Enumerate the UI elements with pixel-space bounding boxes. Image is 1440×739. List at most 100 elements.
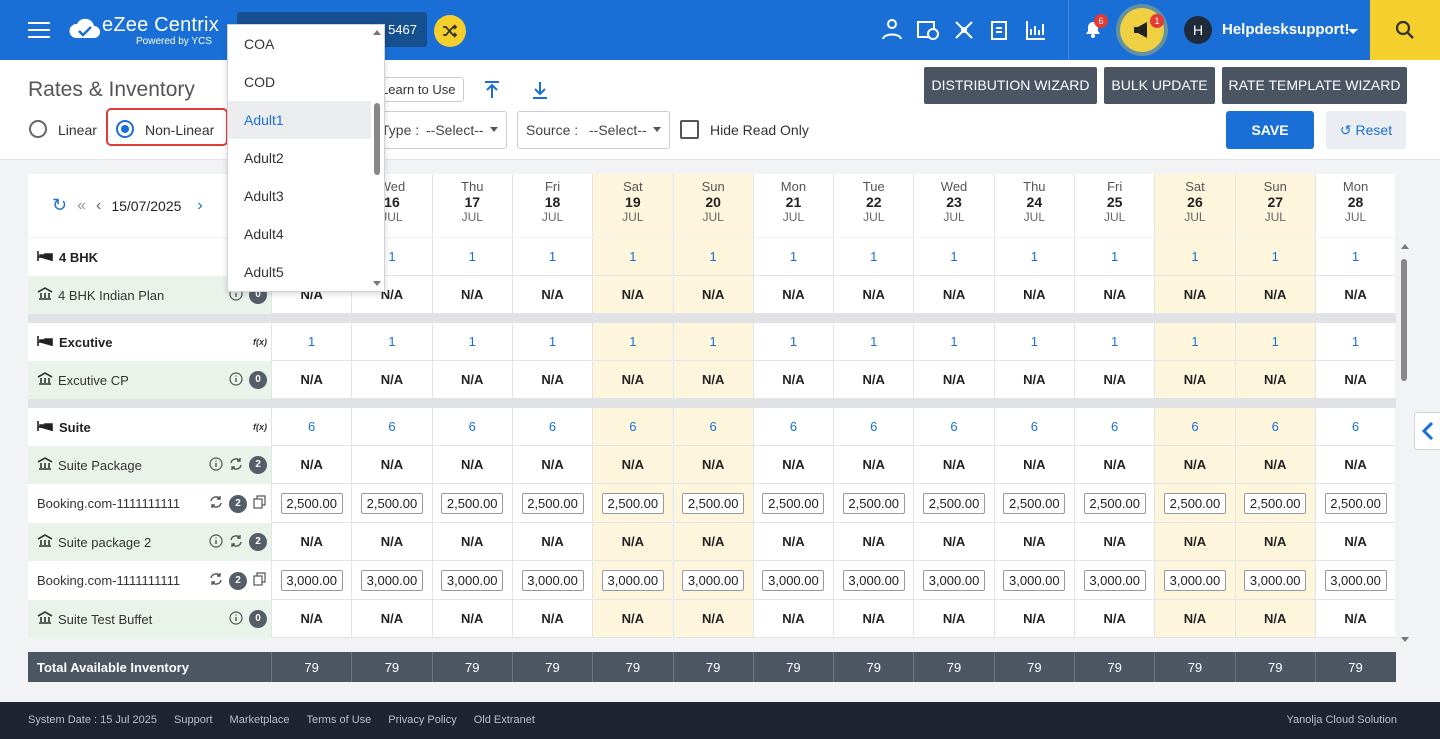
footer-link[interactable]: Old Extranet: [474, 714, 535, 726]
inventory-cell[interactable]: 1: [833, 238, 914, 276]
inventory-cell[interactable]: 1: [672, 323, 753, 361]
scroll-down-icon[interactable]: [1398, 635, 1412, 645]
grid-scrollbar[interactable]: [1398, 237, 1412, 645]
inventory-cell[interactable]: 1: [1314, 238, 1396, 276]
row-name[interactable]: 4 BHK Indian Plan: [58, 288, 164, 303]
inventory-cell[interactable]: 1: [1234, 238, 1315, 276]
inventory-cell[interactable]: 6: [592, 408, 673, 446]
chevron-down-icon[interactable]: [1348, 29, 1358, 34]
inventory-cell[interactable]: 6: [1074, 408, 1155, 446]
rate-input-cell[interactable]: 2,500.00: [833, 484, 914, 523]
bulk-update-button[interactable]: BULK UPDATE: [1104, 67, 1215, 104]
inventory-cell[interactable]: 1: [1074, 238, 1155, 276]
search-button[interactable]: [1370, 0, 1440, 60]
inventory-cell[interactable]: 6: [511, 408, 593, 446]
count-badge[interactable]: 0: [249, 371, 267, 389]
dropdown-option[interactable]: Adult2: [228, 139, 384, 177]
scroll-down-icon[interactable]: [370, 279, 384, 289]
type-select[interactable]: Type : --Select--: [372, 111, 507, 149]
rate-input-cell[interactable]: 3,000.00: [431, 561, 512, 600]
rate-input[interactable]: 3,000.00: [521, 569, 584, 591]
dropdown-option[interactable]: Adult3: [228, 177, 384, 215]
rate-input-cell[interactable]: 3,000.00: [1074, 561, 1155, 600]
forward-icon[interactable]: ›: [197, 197, 202, 215]
calendar-clock-icon[interactable]: [914, 16, 942, 44]
dropdown-option[interactable]: Adult4: [228, 215, 384, 253]
inventory-cell[interactable]: 1: [511, 323, 593, 361]
inventory-cell[interactable]: 1: [592, 323, 673, 361]
row-name[interactable]: Excutive CP: [58, 373, 129, 388]
rate-input-cell[interactable]: 3,000.00: [271, 561, 352, 600]
row-name[interactable]: Suite Test Buffet: [58, 612, 152, 627]
linear-radio[interactable]: [29, 120, 47, 138]
rate-input[interactable]: 3,000.00: [1083, 569, 1146, 591]
rate-input[interactable]: 2,500.00: [601, 492, 664, 514]
inventory-cell[interactable]: 1: [752, 323, 834, 361]
inventory-cell[interactable]: 6: [1154, 408, 1235, 446]
rate-input[interactable]: 2,500.00: [280, 492, 343, 514]
refresh-icon[interactable]: ↻: [52, 195, 67, 216]
scroll-up-icon[interactable]: [1398, 241, 1412, 251]
dropdown-scrollbar[interactable]: [370, 25, 384, 291]
inventory-cell[interactable]: 1: [431, 238, 512, 276]
rate-input-cell[interactable]: 3,000.00: [752, 561, 834, 600]
username[interactable]: Helpdesksupport!: [1222, 21, 1350, 38]
menu-icon[interactable]: [28, 22, 50, 38]
announcement-button[interactable]: 1: [1120, 8, 1164, 52]
non-linear-radio[interactable]: [116, 120, 134, 138]
rate-input-cell[interactable]: 2,500.00: [1154, 484, 1235, 523]
formula-icon[interactable]: f(x): [253, 422, 267, 432]
rate-input[interactable]: 3,000.00: [762, 569, 825, 591]
inventory-cell[interactable]: 6: [271, 408, 352, 446]
inventory-cell[interactable]: 6: [1314, 408, 1396, 446]
source-select[interactable]: Source : --Select--: [517, 111, 670, 149]
rate-input-cell[interactable]: 2,500.00: [431, 484, 512, 523]
copy-icon[interactable]: [253, 572, 267, 589]
inventory-cell[interactable]: 6: [913, 408, 994, 446]
rate-input-cell[interactable]: 3,000.00: [913, 561, 994, 600]
rate-input[interactable]: 2,500.00: [1003, 492, 1066, 514]
rate-input-cell[interactable]: 3,000.00: [993, 561, 1074, 600]
inventory-cell[interactable]: 6: [351, 408, 432, 446]
upload-icon[interactable]: [482, 80, 502, 105]
inventory-cell[interactable]: 1: [1074, 323, 1155, 361]
rate-input[interactable]: 3,000.00: [682, 569, 745, 591]
rate-input[interactable]: 3,000.00: [1163, 569, 1226, 591]
rate-input-cell[interactable]: 3,000.00: [1234, 561, 1315, 600]
current-date[interactable]: 15/07/2025: [111, 198, 181, 214]
count-badge[interactable]: 0: [249, 610, 267, 628]
rate-input[interactable]: 2,500.00: [842, 492, 905, 514]
rate-input[interactable]: 3,000.00: [1244, 569, 1307, 591]
rate-input-cell[interactable]: 2,500.00: [1074, 484, 1155, 523]
rate-input[interactable]: 2,500.00: [1163, 492, 1226, 514]
chart-icon[interactable]: [1022, 16, 1050, 44]
inventory-cell[interactable]: 1: [913, 238, 994, 276]
rate-input-cell[interactable]: 2,500.00: [511, 484, 593, 523]
rate-input-cell[interactable]: 2,500.00: [752, 484, 834, 523]
rate-input[interactable]: 3,000.00: [1003, 569, 1066, 591]
rate-input[interactable]: 3,000.00: [1324, 569, 1387, 591]
rate-input[interactable]: 2,500.00: [923, 492, 986, 514]
rate-input[interactable]: 2,500.00: [360, 492, 423, 514]
rate-input-cell[interactable]: 2,500.00: [672, 484, 753, 523]
rate-input[interactable]: 3,000.00: [601, 569, 664, 591]
formula-icon[interactable]: f(x): [253, 337, 267, 347]
dropdown-option[interactable]: COD: [228, 63, 384, 101]
rate-input-cell[interactable]: 3,000.00: [511, 561, 593, 600]
scrollbar-thumb[interactable]: [374, 103, 380, 175]
count-badge[interactable]: 2: [229, 571, 247, 590]
inventory-cell[interactable]: 6: [833, 408, 914, 446]
rate-input[interactable]: 3,000.00: [923, 569, 986, 591]
users-config-icon[interactable]: [878, 16, 906, 44]
dropdown-option[interactable]: Adult5: [228, 253, 384, 291]
row-name[interactable]: Suite package 2: [58, 535, 151, 550]
dropdown-option[interactable]: Adult1: [228, 101, 371, 139]
inventory-cell[interactable]: 1: [351, 323, 432, 361]
rate-template-wizard-button[interactable]: RATE TEMPLATE WIZARD: [1222, 67, 1407, 104]
rate-input-cell[interactable]: 2,500.00: [1234, 484, 1315, 523]
avatar[interactable]: H: [1184, 16, 1212, 44]
rate-input[interactable]: 2,500.00: [1244, 492, 1307, 514]
footer-link[interactable]: Marketplace: [230, 714, 290, 726]
reset-button[interactable]: ↺ Reset: [1326, 111, 1406, 149]
info-icon[interactable]: [229, 610, 243, 628]
